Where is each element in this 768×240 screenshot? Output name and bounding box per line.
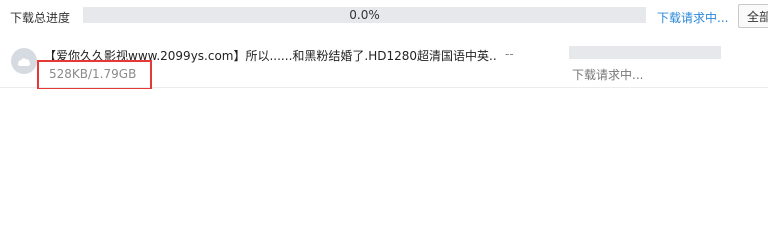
download-task-row[interactable]: 【爱你久久影视www.2099ys.com】所以......和黑粉结婚了.HD1…: [0, 36, 768, 90]
task-progress-track: [569, 46, 721, 59]
total-status-link[interactable]: 下载请求中...: [657, 9, 728, 26]
task-size: 528KB/1.79GB: [49, 67, 137, 81]
task-status: 下载请求中...: [572, 68, 644, 82]
start-all-button[interactable]: 全部开始: [738, 4, 768, 28]
total-progress-track: 0.0%: [83, 7, 646, 23]
total-progress-bar: 下载总进度 0.0% 下载请求中... 全部开始: [0, 0, 768, 32]
empty-list-area: [0, 89, 768, 240]
task-speed: --: [505, 47, 514, 61]
total-progress-label: 下载总进度: [10, 11, 71, 25]
total-progress-percent: 0.0%: [349, 8, 380, 22]
cloud-file-icon: [11, 48, 37, 74]
